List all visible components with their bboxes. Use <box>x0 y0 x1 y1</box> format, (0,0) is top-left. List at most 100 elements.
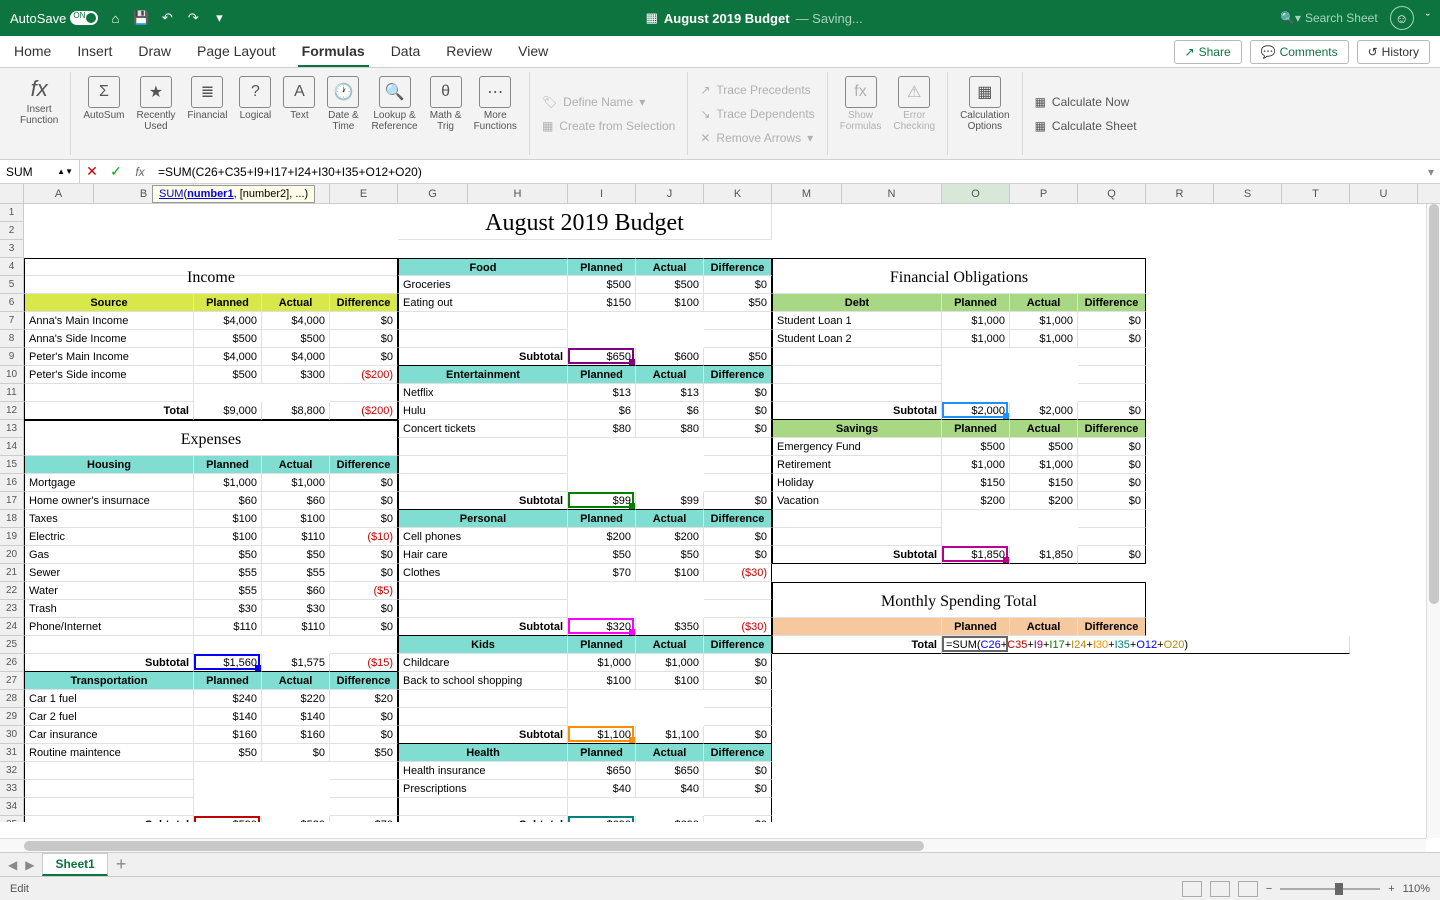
row-header-9[interactable]: 9 <box>0 348 24 366</box>
cell-A18[interactable]: Taxes <box>24 510 194 528</box>
formula-accept-button[interactable]: ✓ <box>104 163 128 180</box>
cell-P7[interactable]: $1,000 <box>1010 312 1078 330</box>
col-header-R[interactable]: R <box>1146 184 1214 203</box>
cell-A25[interactable] <box>24 636 194 654</box>
cell-D16[interactable]: $1,000 <box>262 474 330 492</box>
row-header-21[interactable]: 21 <box>0 564 24 582</box>
cell-E25[interactable] <box>330 636 398 654</box>
row-header-2[interactable]: 2 <box>0 222 24 240</box>
cell-E23[interactable]: $0 <box>330 600 398 618</box>
cell-G24[interactable]: Subtotal <box>398 618 568 636</box>
cell-P20[interactable]: $1,850 <box>1010 546 1078 564</box>
row-header-20[interactable]: 20 <box>0 546 24 564</box>
cell-C31[interactable]: $50 <box>194 744 262 762</box>
cell-O14[interactable]: $500 <box>942 438 1010 456</box>
cell-J17[interactable]: $99 <box>636 492 704 510</box>
cell-M24[interactable] <box>772 618 942 636</box>
cell-K13[interactable]: $0 <box>704 420 772 438</box>
cell-G13[interactable]: Concert tickets <box>398 420 568 438</box>
cell-M19[interactable] <box>772 528 942 546</box>
cell-K26[interactable]: $0 <box>704 654 772 672</box>
autosave-toggle[interactable]: AutoSave ON <box>10 11 98 26</box>
row-header-11[interactable]: 11 <box>0 384 24 402</box>
cell-D12[interactable]: $8,800 <box>262 402 330 420</box>
cell-J35[interactable]: $690 <box>636 816 704 822</box>
cell-D20[interactable]: $50 <box>262 546 330 564</box>
row-header-15[interactable]: 15 <box>0 456 24 474</box>
row-header-5[interactable]: 5 <box>0 276 24 294</box>
add-sheet-button[interactable]: + <box>116 854 127 875</box>
cell-D27[interactable]: Actual <box>262 672 330 690</box>
cell-Q14[interactable]: $0 <box>1078 438 1146 456</box>
cell-E17[interactable]: $0 <box>330 492 398 510</box>
col-header-P[interactable]: P <box>1010 184 1078 203</box>
cell-D10[interactable]: $300 <box>262 366 330 384</box>
cell-G20[interactable]: Hair care <box>398 546 568 564</box>
tab-view[interactable]: View <box>514 37 552 67</box>
cell-C7[interactable]: $4,000 <box>194 312 262 330</box>
row-header-25[interactable]: 25 <box>0 636 24 654</box>
cell-M17[interactable]: Vacation <box>772 492 942 510</box>
row-header-27[interactable]: 27 <box>0 672 24 690</box>
cell-D28[interactable]: $220 <box>262 690 330 708</box>
horizontal-scrollbar[interactable] <box>0 838 1426 852</box>
cell-E30[interactable]: $0 <box>330 726 398 744</box>
cell-G9[interactable]: Subtotal <box>398 348 568 366</box>
cell-D31[interactable]: $0 <box>262 744 330 762</box>
col-header-A[interactable]: A <box>24 184 94 203</box>
cell-I9[interactable]: $650 <box>568 348 636 366</box>
cell-Q9[interactable] <box>1078 348 1146 366</box>
cell-K25[interactable]: Difference <box>704 636 772 654</box>
cell-K23[interactable] <box>704 600 772 618</box>
trace-dependents-button[interactable]: ↘Trace Dependents <box>696 105 818 123</box>
row-header-12[interactable]: 12 <box>0 402 24 420</box>
cell-K11[interactable]: $0 <box>704 384 772 402</box>
row-header-3[interactable]: 3 <box>0 240 24 258</box>
cell-C9[interactable]: $4,000 <box>194 348 262 366</box>
user-account-icon[interactable]: ☺ <box>1390 6 1414 30</box>
autosum-button[interactable]: ΣAutoSum <box>79 74 128 123</box>
cell-E16[interactable]: $0 <box>330 474 398 492</box>
lookup-button[interactable]: 🔍Lookup & Reference <box>367 74 421 134</box>
cell-K12[interactable]: $0 <box>704 402 772 420</box>
row-header-22[interactable]: 22 <box>0 582 24 600</box>
cell-E18[interactable]: $0 <box>330 510 398 528</box>
cell-K28[interactable] <box>704 690 772 708</box>
col-header-U[interactable]: U <box>1350 184 1418 203</box>
sheet-tab-sheet1[interactable]: Sheet1 <box>42 853 107 876</box>
tab-data[interactable]: Data <box>387 37 425 67</box>
cell-A27[interactable]: Transportation <box>24 672 194 690</box>
cell-K4[interactable]: Difference <box>704 258 772 276</box>
fx-button[interactable]: fx <box>128 165 152 179</box>
cell-D8[interactable]: $500 <box>262 330 330 348</box>
cell-P8[interactable]: $1,000 <box>1010 330 1078 348</box>
cell-Q6[interactable]: Difference <box>1078 294 1146 312</box>
cell-E29[interactable]: $0 <box>330 708 398 726</box>
cell-D29[interactable]: $140 <box>262 708 330 726</box>
tab-formulas[interactable]: Formulas <box>298 37 369 67</box>
cell-E8[interactable]: $0 <box>330 330 398 348</box>
cell-I11[interactable]: $13 <box>568 384 636 402</box>
cell-G8[interactable] <box>398 330 568 348</box>
text-button[interactable]: AText <box>279 74 319 123</box>
cell-K19[interactable]: $0 <box>704 528 772 546</box>
cell-Q17[interactable]: $0 <box>1078 492 1146 510</box>
save-icon[interactable]: 💾 <box>132 9 150 27</box>
cell-J5[interactable]: $500 <box>636 276 704 294</box>
cell-I5[interactable]: $500 <box>568 276 636 294</box>
cell-I17[interactable]: $99 <box>568 492 636 510</box>
cell-O8[interactable]: $1,000 <box>942 330 1010 348</box>
cell-J25[interactable]: Actual <box>636 636 704 654</box>
cell-A7[interactable]: Anna's Main Income <box>24 312 194 330</box>
cell-P24[interactable]: Actual <box>1010 618 1078 636</box>
cell-I25[interactable]: Planned <box>568 636 636 654</box>
cell-D15[interactable]: Actual <box>262 456 330 474</box>
cell-P13[interactable]: Actual <box>1010 420 1078 438</box>
cell-A16[interactable]: Mortgage <box>24 474 194 492</box>
row-header-23[interactable]: 23 <box>0 600 24 618</box>
cell-C18[interactable]: $100 <box>194 510 262 528</box>
qat-dropdown-icon[interactable]: ▾ <box>210 9 228 27</box>
cell-E31[interactable]: $50 <box>330 744 398 762</box>
cell-A12[interactable]: Total <box>24 402 194 420</box>
calc-options-button[interactable]: ▦Calculation Options <box>956 74 1013 134</box>
